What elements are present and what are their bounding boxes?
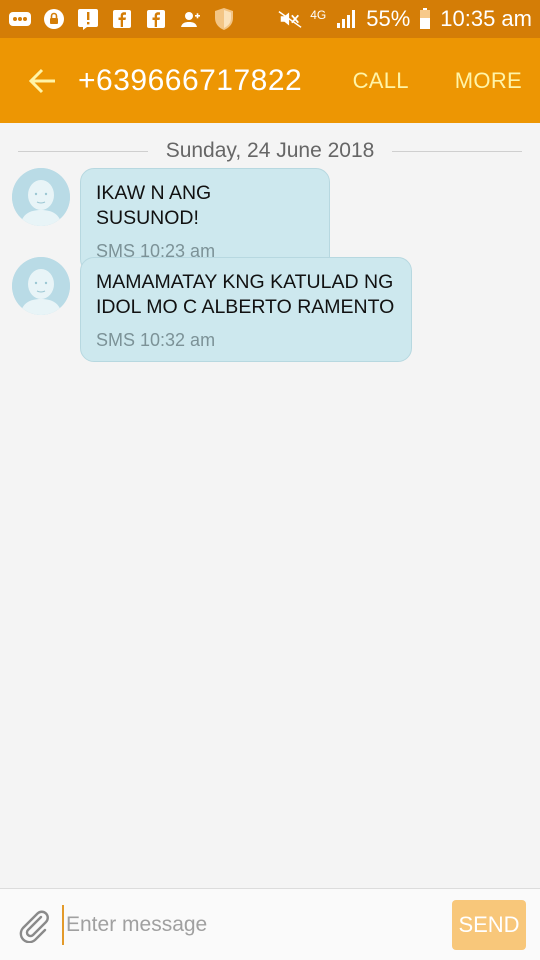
divider	[392, 150, 522, 152]
attach-button[interactable]	[14, 905, 54, 945]
call-button[interactable]: CALL	[353, 68, 409, 94]
message-text: IKAW N ANG SUSUNOD!	[96, 182, 212, 229]
send-button[interactable]: SEND	[452, 899, 526, 950]
message-text: MAMAMATAY KNG KATULAD NG IDOL MO C ALBER…	[96, 271, 395, 318]
lock-icon	[42, 8, 66, 30]
alert-icon	[76, 8, 100, 30]
message-meta: SMS 10:32 am	[96, 330, 216, 350]
paperclip-icon	[19, 910, 49, 943]
app-bar: +639666717822 CALL MORE	[0, 38, 540, 123]
contact-title: +639666717822	[78, 63, 303, 97]
avatar[interactable]	[12, 257, 70, 315]
message-item: MAMAMATAY KNG KATULAD NG IDOL MO C ALBER…	[12, 257, 412, 362]
message-input[interactable]	[62, 904, 452, 945]
person-add-icon	[178, 8, 202, 30]
clock: 10:35 am	[440, 6, 532, 31]
avatar[interactable]	[12, 168, 70, 226]
status-bar: 4G 55% 10:35 am	[0, 0, 540, 38]
contact-avatar-icon	[12, 257, 70, 315]
mute-icon	[278, 8, 302, 30]
date-label: Sunday, 24 June 2018	[165, 139, 375, 162]
contact-avatar-icon	[12, 168, 70, 226]
more-button[interactable]: MORE	[455, 68, 522, 94]
message-bubble[interactable]: MAMAMATAY KNG KATULAD NG IDOL MO C ALBER…	[80, 257, 412, 362]
shield-icon	[212, 8, 236, 30]
facebook-icon	[144, 8, 168, 30]
message-composer: SEND	[0, 888, 540, 960]
conversation-list[interactable]: Sunday, 24 June 2018 IKAW N ANG SUSUNOD!…	[0, 123, 540, 888]
date-separator: Sunday, 24 June 2018	[18, 139, 522, 163]
battery-percent: 55%	[366, 6, 411, 31]
network-type: 4G	[310, 8, 327, 22]
more-icon	[8, 8, 32, 30]
signal-icon	[334, 8, 358, 30]
facebook-icon	[110, 8, 134, 30]
arrow-back-icon	[29, 68, 55, 93]
battery-icon	[418, 8, 432, 30]
back-button[interactable]	[16, 51, 70, 111]
divider	[18, 150, 148, 152]
